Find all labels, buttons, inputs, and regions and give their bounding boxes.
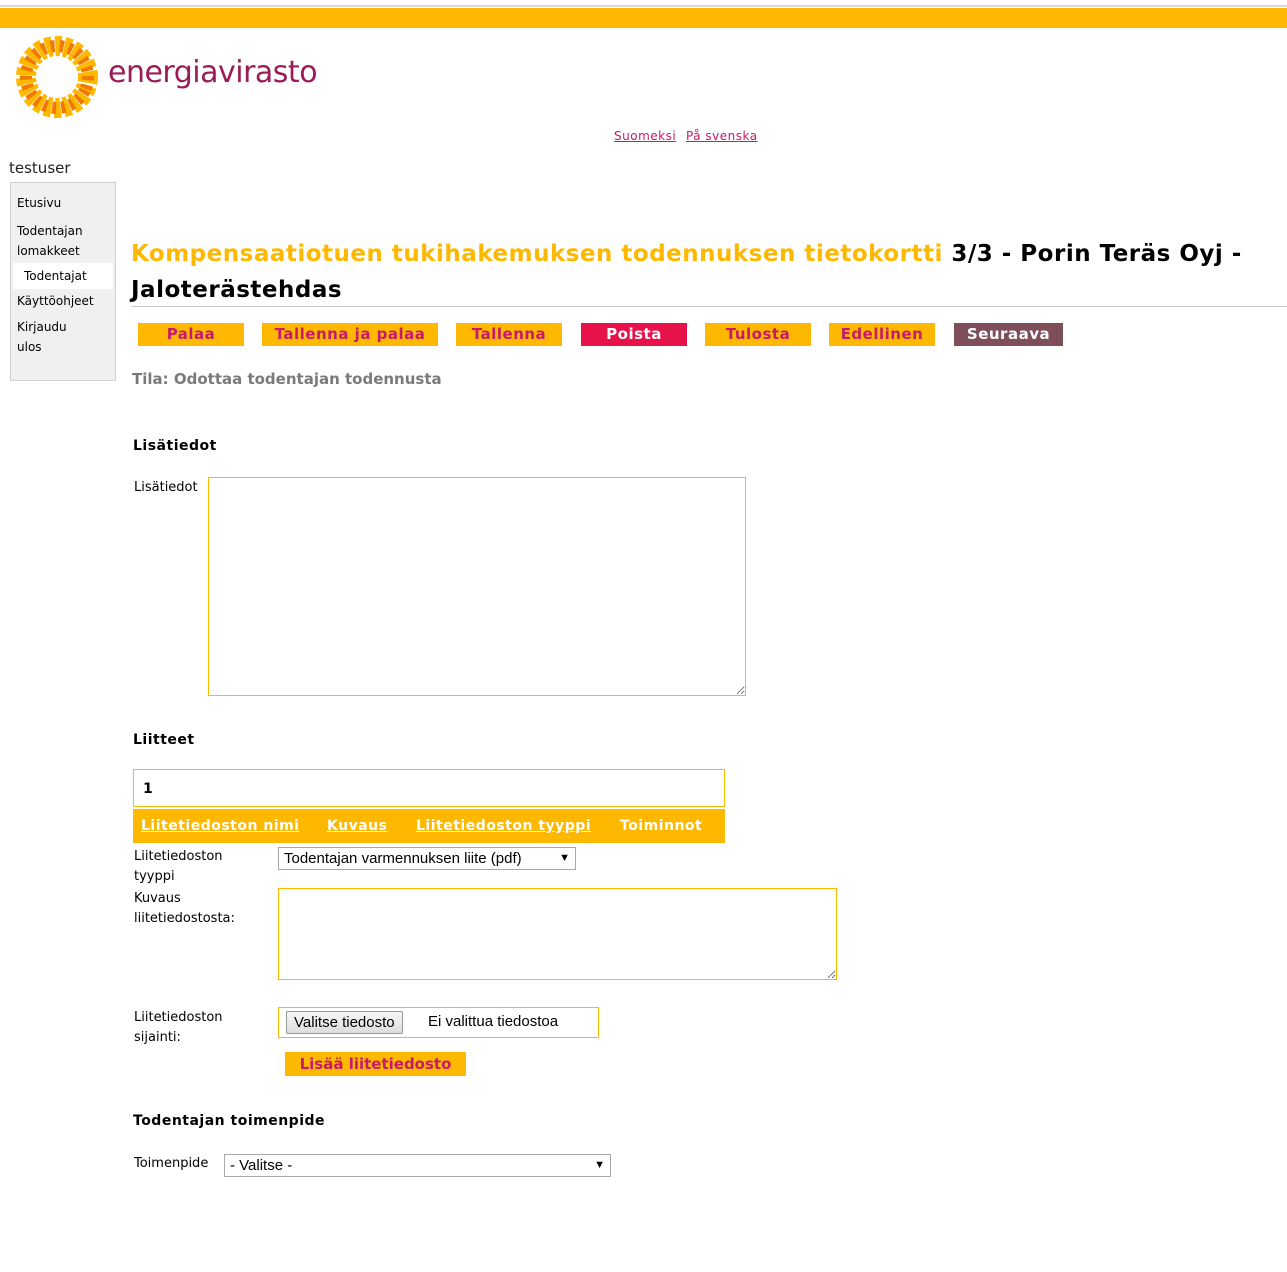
previous-button[interactable]: Edellinen xyxy=(829,323,935,346)
file-status-text: Ei valittua tiedostoa xyxy=(428,1013,559,1030)
chevron-down-icon: ▼ xyxy=(559,852,570,864)
choose-file-button[interactable]: Valitse tiedosto xyxy=(286,1011,403,1034)
sidebar: Etusivu Todentajan lomakkeet Todentajat … xyxy=(10,182,116,381)
save-button[interactable]: Tallenna xyxy=(456,323,562,346)
attachments-table-header: Liitetiedoston nimi Kuvaus Liitetiedosto… xyxy=(133,809,725,843)
page-title: Kompensaatiotuen tukihakemuksen todennuk… xyxy=(131,236,1281,308)
top-divider xyxy=(0,5,1287,7)
language-switcher: Suomeksi På svenska xyxy=(614,129,764,143)
sidebar-item-kirjaudu-ulos[interactable]: Kirjaudu ulos xyxy=(11,317,87,357)
column-actions: Toiminnot xyxy=(620,818,703,834)
brand-name: energiavirasto xyxy=(108,55,318,90)
extra-info-textarea[interactable] xyxy=(208,477,746,696)
file-type-select[interactable]: Todentajan varmennuksen liite (pdf) ▼ xyxy=(278,847,576,870)
save-and-back-button[interactable]: Tallenna ja palaa xyxy=(262,323,438,346)
sidebar-item-etusivu[interactable]: Etusivu xyxy=(11,193,115,213)
title-divider xyxy=(131,306,1287,307)
action-select[interactable]: - Valitse - ▼ xyxy=(224,1154,611,1177)
column-description[interactable]: Kuvaus xyxy=(327,818,387,834)
username: testuser xyxy=(9,159,71,177)
sidebar-item-todentajan-lomakkeet[interactable]: Todentajan lomakkeet xyxy=(11,221,107,261)
file-description-textarea[interactable] xyxy=(278,888,837,980)
add-attachment-button[interactable]: Lisää liitetiedosto xyxy=(285,1052,466,1076)
column-file-type[interactable]: Liitetiedoston tyyppi xyxy=(416,818,591,834)
attachments-count: 1 xyxy=(143,781,153,797)
attachments-heading: Liitteet xyxy=(133,732,195,748)
back-button[interactable]: Palaa xyxy=(138,323,244,346)
file-type-label: Liitetiedoston tyyppi xyxy=(134,849,223,884)
lang-fi-link[interactable]: Suomeksi xyxy=(614,129,676,143)
energiavirasto-logo-icon xyxy=(16,36,98,118)
sidebar-item-kayttoohjeet[interactable]: Käyttöohjeet xyxy=(11,291,115,311)
file-description-label: Kuvaus liitetiedostosta: xyxy=(134,891,235,926)
column-file-name[interactable]: Liitetiedoston nimi xyxy=(141,818,299,834)
extra-info-heading: Lisätiedot xyxy=(133,438,217,454)
action-heading: Todentajan toimenpide xyxy=(133,1113,326,1129)
extra-info-label: Lisätiedot xyxy=(134,480,198,495)
chevron-down-icon: ▼ xyxy=(594,1159,605,1171)
delete-button[interactable]: Poista xyxy=(581,323,687,346)
next-button[interactable]: Seuraava xyxy=(954,323,1063,346)
action-value: - Valitse - xyxy=(230,1157,293,1174)
attachments-count-box: 1 xyxy=(133,769,725,807)
print-button[interactable]: Tulosta xyxy=(705,323,811,346)
lang-sv-link[interactable]: På svenska xyxy=(686,129,758,143)
file-location-label: Liitetiedoston sijainti: xyxy=(134,1010,223,1045)
action-label: Toimenpide xyxy=(134,1156,209,1171)
top-bar xyxy=(0,8,1287,28)
sidebar-item-todentajat[interactable]: Todentajat xyxy=(13,263,113,289)
file-type-value: Todentajan varmennuksen liite (pdf) xyxy=(284,850,522,867)
page-title-main: Kompensaatiotuen tukihakemuksen todennuk… xyxy=(131,241,943,267)
status-text: Tila: Odottaa todentajan todennusta xyxy=(132,370,442,388)
file-input: Valitse tiedosto Ei valittua tiedostoa xyxy=(278,1007,599,1038)
